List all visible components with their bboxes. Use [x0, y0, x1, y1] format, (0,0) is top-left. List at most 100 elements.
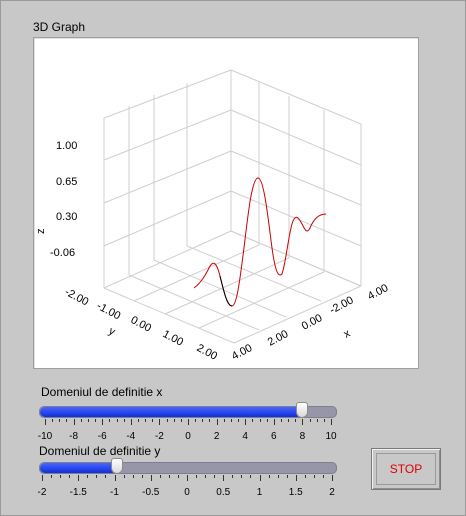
minor-tick: [288, 419, 290, 422]
scale-tick-label: 6: [271, 431, 277, 442]
major-tick: [78, 475, 80, 481]
minor-tick: [280, 419, 282, 422]
minor-tick: [69, 475, 71, 478]
minor-tick: [59, 419, 61, 422]
3d-graph-plot-area[interactable]: 1.00 0.65 0.30 -0.06 z -2.00 -1.00 0.00 …: [33, 37, 419, 369]
major-tick: [45, 419, 46, 425]
minor-tick: [168, 475, 170, 478]
scale-tick-label: 1: [256, 487, 263, 498]
slider-x-track[interactable]: [39, 402, 337, 418]
minor-tick: [238, 419, 240, 422]
minor-tick: [105, 475, 107, 478]
minor-tick: [250, 475, 252, 478]
minor-tick: [166, 419, 168, 422]
scale-tick-label: -2: [37, 487, 47, 498]
minor-tick: [230, 419, 232, 422]
minor-tick: [202, 419, 204, 422]
minor-tick: [132, 475, 134, 478]
minor-tick: [177, 475, 179, 478]
minor-tick: [51, 475, 53, 478]
minor-tick: [223, 419, 225, 422]
scale-tick-label: -2: [154, 431, 164, 442]
minor-tick: [109, 419, 111, 422]
minor-tick: [316, 419, 318, 422]
minor-tick: [209, 419, 211, 422]
scale-tick-label: -4: [126, 431, 136, 442]
x-tick-label: 4.00: [366, 282, 391, 303]
minor-tick: [87, 475, 89, 478]
minor-tick: [123, 475, 125, 478]
scale-tick-label: -1: [110, 487, 119, 498]
major-tick: [42, 475, 43, 481]
z-tick-label: 0.30: [56, 211, 77, 223]
x-axis-label: x: [342, 327, 353, 340]
major-tick: [216, 419, 218, 425]
x-tick-label: 0.00: [300, 312, 325, 333]
slider-y-thumb[interactable]: [111, 458, 123, 474]
minor-tick: [123, 419, 125, 422]
stop-button[interactable]: STOP: [371, 448, 441, 490]
scale-tick-label: -8: [69, 431, 79, 442]
slider-x-label: Domeniul de definitie x: [41, 385, 163, 399]
y-tick-label: -2.00: [63, 286, 91, 308]
minor-tick: [196, 475, 198, 478]
slider-y-track[interactable]: [39, 458, 337, 474]
slider-y-fill: [40, 463, 117, 473]
x-tick-label: -2.00: [328, 294, 356, 316]
scale-tick-label: 1.5: [288, 487, 303, 498]
major-tick: [295, 475, 297, 481]
minor-tick: [137, 419, 139, 422]
minor-tick: [304, 475, 306, 478]
scale-tick-label: 4: [242, 431, 248, 442]
minor-tick: [266, 419, 268, 422]
major-tick: [102, 419, 104, 425]
z-tick-label: 1.00: [56, 140, 77, 152]
minor-tick: [322, 475, 324, 478]
y-axis-label: y: [107, 325, 118, 338]
major-tick: [159, 419, 161, 425]
slider-y-label: Domeniul de definitie y: [39, 444, 161, 458]
z-tick-label: 0.65: [56, 176, 77, 188]
minor-tick: [52, 419, 54, 422]
z-axis-label: z: [35, 229, 47, 235]
slider-x-thumb[interactable]: [296, 402, 308, 418]
minor-tick: [180, 419, 182, 422]
stop-button-label: STOP: [376, 453, 436, 485]
minor-tick: [145, 419, 147, 422]
major-tick: [332, 475, 333, 481]
minor-tick: [95, 419, 97, 422]
scale-tick-label: -1.5: [69, 487, 87, 498]
z-tick-label: -0.06: [50, 247, 75, 259]
minor-tick: [173, 419, 175, 422]
major-tick: [114, 475, 116, 481]
major-tick: [188, 419, 189, 425]
minor-tick: [241, 475, 243, 478]
y-tick-label: 0.00: [129, 314, 154, 335]
minor-tick: [268, 475, 270, 478]
minor-tick: [80, 419, 82, 422]
minor-tick: [309, 419, 311, 422]
scale-tick-label: 0: [184, 487, 190, 498]
minor-tick: [286, 475, 288, 478]
major-tick: [273, 419, 275, 425]
scale-tick-label: 8: [299, 431, 306, 442]
graph-title: 3D Graph: [33, 20, 86, 34]
scale-tick-label: 10: [325, 431, 337, 442]
major-tick: [150, 475, 152, 481]
y-tick-label: -1.00: [95, 300, 123, 322]
front-panel: 3D Graph 1.00 0.65 0.30 -0.06 z -2.00 -1…: [0, 0, 466, 516]
minor-tick: [205, 475, 207, 478]
y-tick-label: 1.00: [161, 328, 186, 349]
y-tick-label: 2.00: [195, 342, 220, 363]
major-tick: [187, 475, 188, 481]
major-tick: [331, 419, 332, 425]
3d-graph-canvas: 1.00 0.65 0.30 -0.06 z -2.00 -1.00 0.00 …: [35, 69, 391, 363]
minor-tick: [323, 419, 325, 422]
minor-tick: [96, 475, 98, 478]
minor-tick: [313, 475, 315, 478]
minor-tick: [60, 475, 62, 478]
major-tick: [259, 475, 261, 481]
curve-line: [193, 177, 327, 307]
minor-tick: [295, 419, 297, 422]
x-tick-label: 4.00: [230, 342, 255, 363]
